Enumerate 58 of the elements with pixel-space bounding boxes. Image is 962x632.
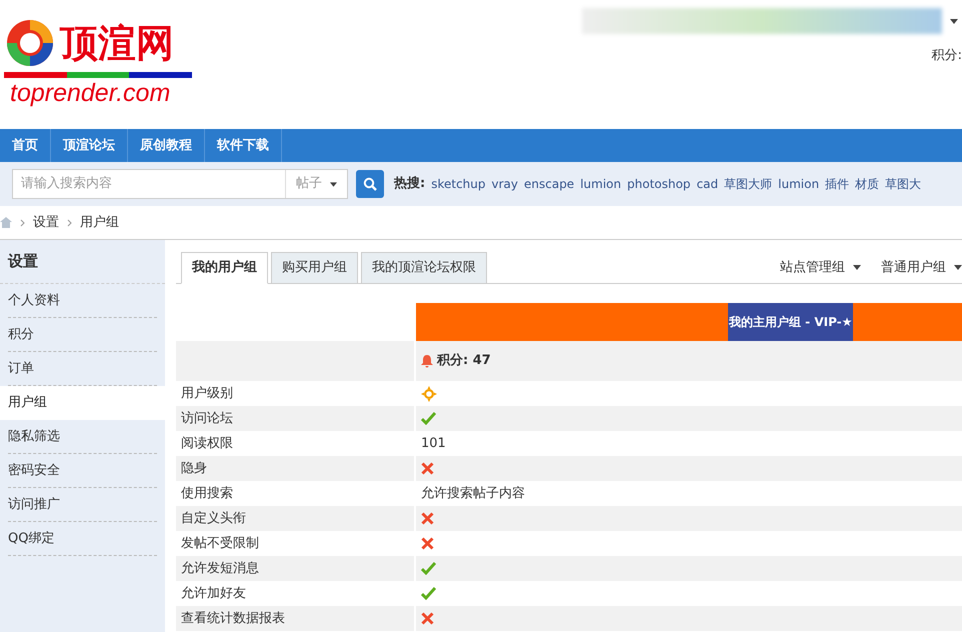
row-label: 用户级别 (181, 384, 233, 403)
value-text: 101 (421, 434, 446, 453)
points-value: 积分: 47 (437, 352, 491, 370)
row-label: 使用搜索 (181, 484, 233, 503)
sidebar-item[interactable]: 密码安全 (8, 454, 157, 488)
sidebar-item[interactable]: QQ绑定 (8, 522, 157, 556)
chevron-icon (67, 218, 72, 226)
group-dropdown[interactable]: 站点管理组 (780, 258, 861, 278)
hot-search-link[interactable]: sketchup (431, 175, 486, 193)
caret-icon (950, 18, 958, 24)
search-button[interactable] (356, 170, 384, 198)
logo-icon (4, 18, 56, 68)
hot-search-link[interactable]: photoshop (627, 175, 691, 193)
breadcrumb-link[interactable]: 设置 (33, 212, 59, 232)
hot-search-link[interactable]: cad (696, 175, 718, 193)
row-label: 允许加好友 (181, 584, 246, 603)
points-label: 积分: (932, 47, 962, 65)
hot-search-link[interactable]: 草图大 (885, 175, 922, 193)
nav-link[interactable]: 软件下载 (217, 136, 269, 156)
group-dropdown[interactable]: 普通用户组 (881, 258, 962, 278)
sun-icon (421, 386, 437, 402)
row-label: 隐身 (181, 460, 207, 478)
caret-icon (330, 182, 337, 186)
nav-link[interactable]: 顶渲论坛 (63, 136, 115, 156)
hot-search-link[interactable]: lumion (778, 175, 820, 193)
logo-title: 顶渲网 (60, 24, 174, 62)
row-label: 访问论坛 (181, 410, 233, 428)
sidebar-item[interactable]: 积分 (8, 318, 157, 352)
nav-link[interactable]: 首页 (12, 136, 38, 156)
group-title: 我的主用户组 - VIP-★ (728, 303, 854, 341)
hot-search-link[interactable]: enscape (524, 175, 574, 193)
row-label: 允许发短消息 (181, 560, 259, 578)
logo-domain: toprender.com (10, 81, 172, 106)
chevron-icon (20, 218, 25, 226)
row-label: 自定义头衔 (181, 510, 246, 528)
tab[interactable]: 我的用户组 (181, 252, 268, 284)
hot-search-link[interactable]: 草图大师 (724, 175, 772, 193)
value-text: 允许搜索帖子内容 (421, 484, 525, 503)
sidebar-item[interactable]: 隐私筛选 (8, 420, 157, 454)
tab[interactable]: 我的顶渲论坛权限 (361, 252, 487, 284)
hot-search-link[interactable]: 插件 (825, 175, 850, 193)
sidebar-item[interactable]: 个人资料 (8, 284, 157, 318)
hot-search-link[interactable]: lumion (580, 175, 622, 193)
search-icon (363, 177, 377, 191)
hot-search-label: 热搜: (394, 175, 426, 194)
row-label: 发帖不受限制 (181, 534, 259, 553)
tab[interactable]: 购买用户组 (271, 252, 358, 284)
caret-icon (954, 265, 962, 270)
sidebar-title: 设置 (8, 251, 38, 272)
caret-icon (853, 265, 861, 270)
bell-icon (421, 354, 433, 368)
hot-search-link[interactable]: 材质 (855, 175, 880, 193)
hot-search-link[interactable]: vray (492, 175, 518, 193)
nav-link[interactable]: 原创教程 (140, 136, 192, 156)
row-label: 查看统计数据报表 (181, 610, 285, 628)
breadcrumb-link[interactable]: 用户组 (80, 212, 119, 232)
sidebar-item[interactable]: 访问推广 (8, 488, 157, 522)
row-label: 阅读权限 (181, 434, 233, 453)
